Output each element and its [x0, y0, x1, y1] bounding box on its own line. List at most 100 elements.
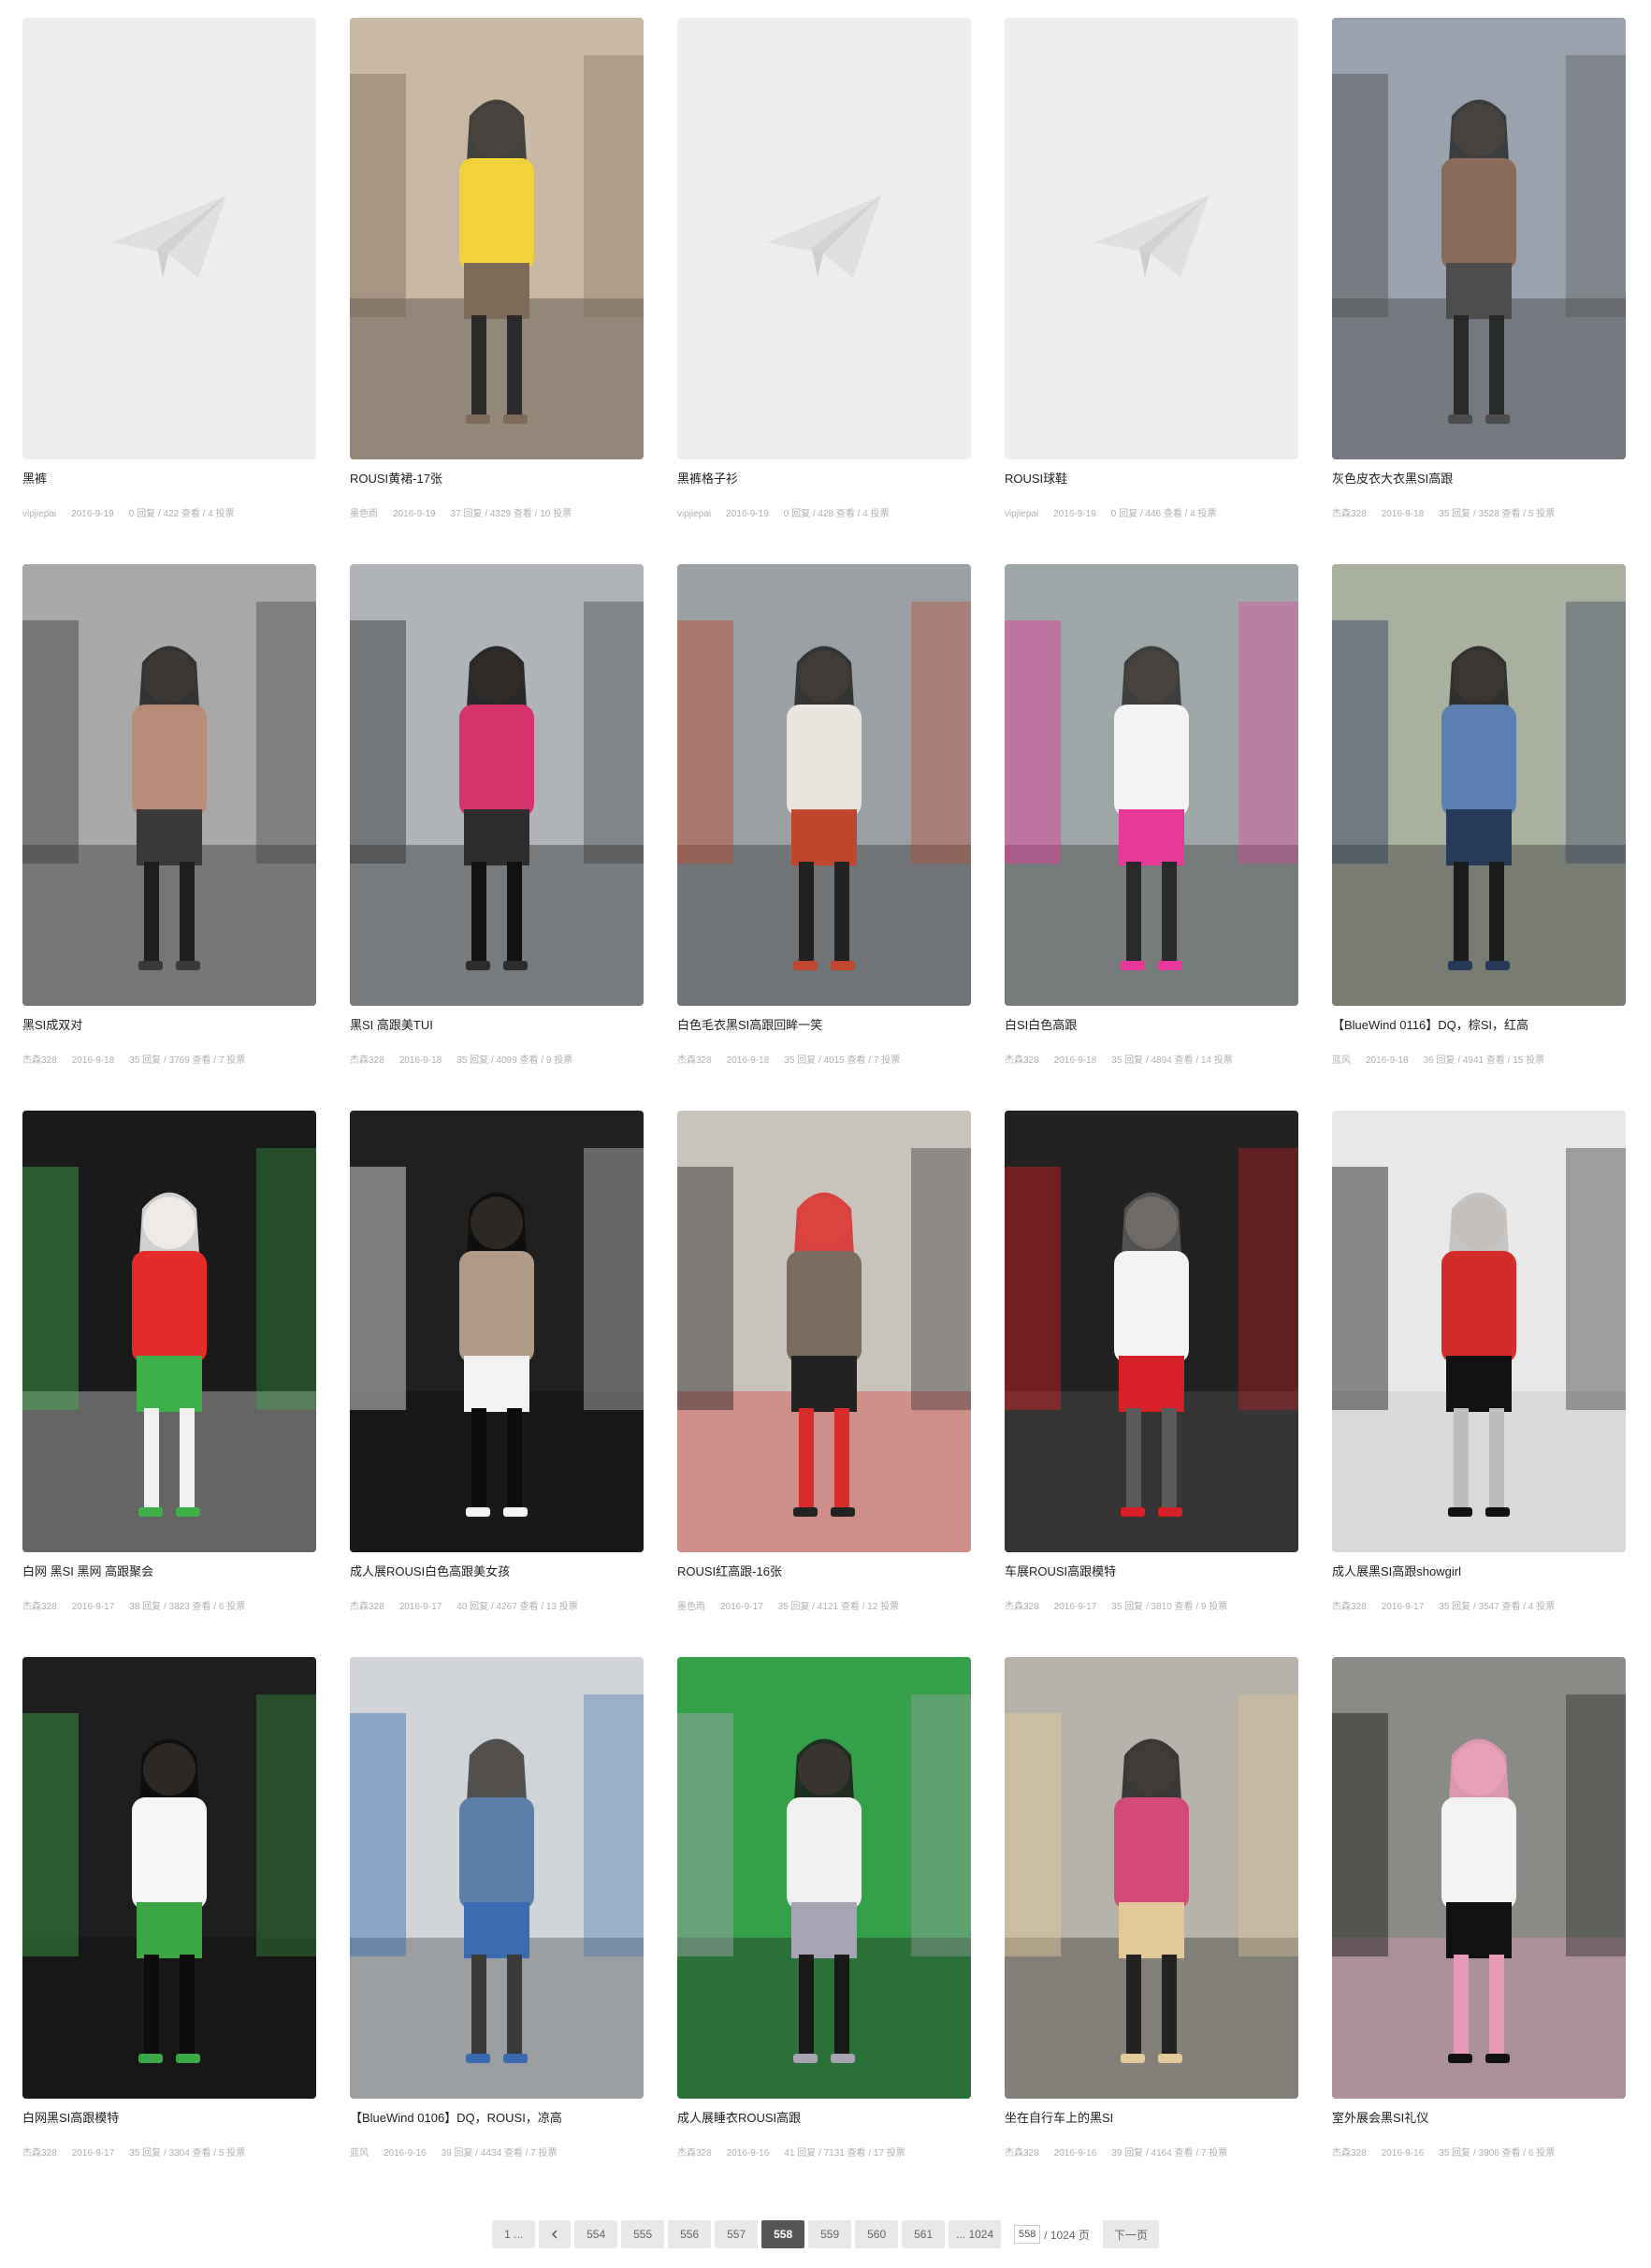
post-author[interactable]: 杰森328 — [677, 1055, 712, 1066]
post-title[interactable]: 【BlueWind 0116】DQ，棕SI，红高 — [1332, 1017, 1626, 1034]
post-meta: 杰森328 2016-9-17 35 回复 / 3547 查看 / 4 投票 — [1332, 1601, 1626, 1614]
page-link[interactable]: 554 — [574, 2220, 618, 2248]
page-jump-input[interactable] — [1014, 2225, 1041, 2244]
post-stats: 41 回复 / 7131 查看 / 17 投票 — [784, 2148, 905, 2159]
thumbnail[interactable] — [1332, 1111, 1626, 1552]
post-card[interactable]: 【BlueWind 0106】DQ，ROUSI，凉高 蓝风 2016-9-16 39 … — [350, 1657, 644, 2203]
thumbnail[interactable] — [22, 1657, 316, 2099]
prev-page-button[interactable] — [539, 2220, 572, 2248]
post-title[interactable]: 白网黑SI高跟模特 — [22, 2110, 316, 2127]
post-author[interactable]: 杰森328 — [22, 2148, 57, 2159]
page-first-link[interactable]: 1 ... — [492, 2220, 536, 2248]
post-card[interactable]: 【BlueWind 0116】DQ，棕SI，红高 蓝风 2016-9-18 36 回复… — [1332, 564, 1626, 1111]
post-author[interactable]: vipjiepai — [677, 509, 711, 519]
thumbnail-placeholder[interactable] — [22, 18, 316, 459]
thumbnail[interactable] — [677, 1111, 971, 1552]
post-card[interactable]: 黑SI 高跟美TUI 杰森328 2016-9-18 35 回复 / 4099 查看 … — [350, 564, 644, 1111]
post-title[interactable]: 【BlueWind 0106】DQ，ROUSI，凉高 — [350, 2110, 644, 2127]
post-author[interactable]: 墨色雨 — [677, 1602, 705, 1612]
post-grid: 黑裤 vipjiepai 2016-9-19 0 回复 / 422 查看 / 4 投票… — [22, 18, 1626, 2203]
post-title[interactable]: 白色毛衣黑SI高跟回眸一笑 — [677, 1017, 971, 1034]
post-title[interactable]: ROUSI黄裙-17张 — [350, 471, 644, 487]
next-page-button[interactable]: 下一页 — [1102, 2220, 1159, 2248]
page-link[interactable]: 557 — [715, 2220, 759, 2248]
thumbnail[interactable] — [350, 564, 644, 1006]
post-card[interactable]: 灰色皮衣大衣黑SI高跟 杰森328 2016-9-18 35 回复 / 3528 查看… — [1332, 18, 1626, 564]
post-title[interactable]: 成人展黑SI高跟showgirl — [1332, 1563, 1626, 1580]
post-card[interactable]: 黑裤 vipjiepai 2016-9-19 0 回复 / 422 查看 / 4 投票 — [22, 18, 316, 564]
post-title[interactable]: 室外展会黑SI礼仪 — [1332, 2110, 1626, 2127]
post-title[interactable]: 白SI白色高跟 — [1005, 1017, 1298, 1034]
post-author[interactable]: 杰森328 — [1005, 1055, 1039, 1066]
thumbnail[interactable] — [1332, 18, 1626, 459]
post-title[interactable]: 黑裤 — [22, 471, 316, 487]
post-title[interactable]: ROUSI球鞋 — [1005, 471, 1298, 487]
post-card[interactable]: 白网 黑SI 黑网 高跟聚会 杰森328 2016-9-17 38 回复 / 3823… — [22, 1111, 316, 1657]
post-author[interactable]: 蓝风 — [1332, 1055, 1351, 1066]
thumbnail-photo — [1332, 18, 1626, 459]
post-card[interactable]: 成人展黑SI高跟showgirl 杰森328 2016-9-17 35 回复 / 35… — [1332, 1111, 1626, 1657]
post-card[interactable]: 白色毛衣黑SI高跟回眸一笑 杰森328 2016-9-18 35 回复 / 4015 … — [677, 564, 971, 1111]
post-stats: 35 回复 / 4121 查看 / 12 投票 — [777, 1602, 900, 1612]
thumbnail-placeholder[interactable] — [1005, 18, 1298, 459]
post-author[interactable]: 杰森328 — [350, 1602, 384, 1612]
post-author[interactable]: 杰森328 — [350, 1055, 384, 1066]
post-card[interactable]: 坐在自行车上的黑SI 杰森328 2016-9-16 39 回复 / 4164 查看 … — [1005, 1657, 1298, 2203]
post-author[interactable]: 蓝风 — [350, 2148, 369, 2159]
post-card[interactable]: ROUSI球鞋 vipjiepai 2016-9-19 0 回复 / 446 查看 /… — [1005, 18, 1298, 564]
post-author[interactable]: vipjiepai — [1005, 509, 1038, 519]
post-card[interactable]: 白网黑SI高跟模特 杰森328 2016-9-17 35 回复 / 3304 查看 /… — [22, 1657, 316, 2203]
post-card[interactable]: ROUSI黄裙-17张 墨色雨 2016-9-19 37 回复 / 4329 查看 /… — [350, 18, 644, 564]
thumbnail[interactable] — [350, 18, 644, 459]
thumbnail[interactable] — [1005, 1111, 1298, 1552]
post-title[interactable]: 白网 黑SI 黑网 高跟聚会 — [22, 1563, 316, 1580]
post-author[interactable]: 杰森328 — [1005, 1602, 1039, 1612]
page-link[interactable]: 560 — [855, 2220, 899, 2248]
thumbnail[interactable] — [1005, 564, 1298, 1006]
page-link[interactable]: 559 — [808, 2220, 852, 2248]
post-card[interactable]: 黑裤格子衫 vipjiepai 2016-9-19 0 回复 / 428 查看 / 4… — [677, 18, 971, 564]
paper-plane-icon — [112, 196, 226, 278]
page-link[interactable]: 556 — [668, 2220, 712, 2248]
post-author[interactable]: 杰森328 — [22, 1602, 57, 1612]
post-title[interactable]: 车展ROUSI高跟模特 — [1005, 1563, 1298, 1580]
thumbnail[interactable] — [350, 1111, 644, 1552]
post-author[interactable]: 杰森328 — [1332, 2148, 1367, 2159]
thumbnail[interactable] — [1332, 564, 1626, 1006]
thumbnail[interactable] — [1332, 1657, 1626, 2099]
post-date: 2016-9-19 — [726, 509, 769, 519]
post-author[interactable]: 杰森328 — [1332, 1602, 1367, 1612]
post-card[interactable]: ROUSI红高跟-16张 墨色雨 2016-9-17 35 回复 / 4121 查看 … — [677, 1111, 971, 1657]
post-title[interactable]: 黑SI 高跟美TUI — [350, 1017, 644, 1034]
post-date: 2016-9-16 — [384, 2148, 427, 2159]
post-card[interactable]: 白SI白色高跟 杰森328 2016-9-18 35 回复 / 4894 查看 / 1… — [1005, 564, 1298, 1111]
post-author[interactable]: 墨色雨 — [350, 509, 378, 519]
post-title[interactable]: 成人展睡衣ROUSI高跟 — [677, 2110, 971, 2127]
thumbnail-placeholder[interactable] — [677, 18, 971, 459]
post-title[interactable]: 黑SI成双对 — [22, 1017, 316, 1034]
post-card[interactable]: 黑SI成双对 杰森328 2016-9-18 35 回复 / 3769 查看 / 7 … — [22, 564, 316, 1111]
post-title[interactable]: 成人展ROUSI白色高跟美女孩 — [350, 1563, 644, 1580]
thumbnail[interactable] — [1005, 1657, 1298, 2099]
thumbnail[interactable] — [677, 564, 971, 1006]
post-title[interactable]: 灰色皮衣大衣黑SI高跟 — [1332, 471, 1626, 487]
post-title[interactable]: 坐在自行车上的黑SI — [1005, 2110, 1298, 2127]
thumbnail[interactable] — [677, 1657, 971, 2099]
post-author[interactable]: 杰森328 — [677, 2148, 712, 2159]
thumbnail[interactable] — [22, 564, 316, 1006]
page-last-link[interactable]: ... 1024 — [949, 2220, 1002, 2248]
thumbnail[interactable] — [350, 1657, 644, 2099]
post-card[interactable]: 室外展会黑SI礼仪 杰森328 2016-9-16 35 回复 / 3906 查看 /… — [1332, 1657, 1626, 2203]
post-author[interactable]: 杰森328 — [1332, 509, 1367, 519]
post-card[interactable]: 成人展ROUSI白色高跟美女孩 杰森328 2016-9-17 40 回复 / 426… — [350, 1111, 644, 1657]
thumbnail[interactable] — [22, 1111, 316, 1552]
post-author[interactable]: 杰森328 — [22, 1055, 57, 1066]
page-link[interactable]: 555 — [621, 2220, 665, 2248]
post-card[interactable]: 成人展睡衣ROUSI高跟 杰森328 2016-9-16 41 回复 / 7131 查… — [677, 1657, 971, 2203]
post-title[interactable]: ROUSI红高跟-16张 — [677, 1563, 971, 1580]
post-author[interactable]: vipjiepai — [22, 509, 56, 519]
page-link[interactable]: 561 — [902, 2220, 946, 2248]
post-card[interactable]: 车展ROUSI高跟模特 杰森328 2016-9-17 35 回复 / 3810 查看… — [1005, 1111, 1298, 1657]
post-author[interactable]: 杰森328 — [1005, 2148, 1039, 2159]
post-title[interactable]: 黑裤格子衫 — [677, 471, 971, 487]
